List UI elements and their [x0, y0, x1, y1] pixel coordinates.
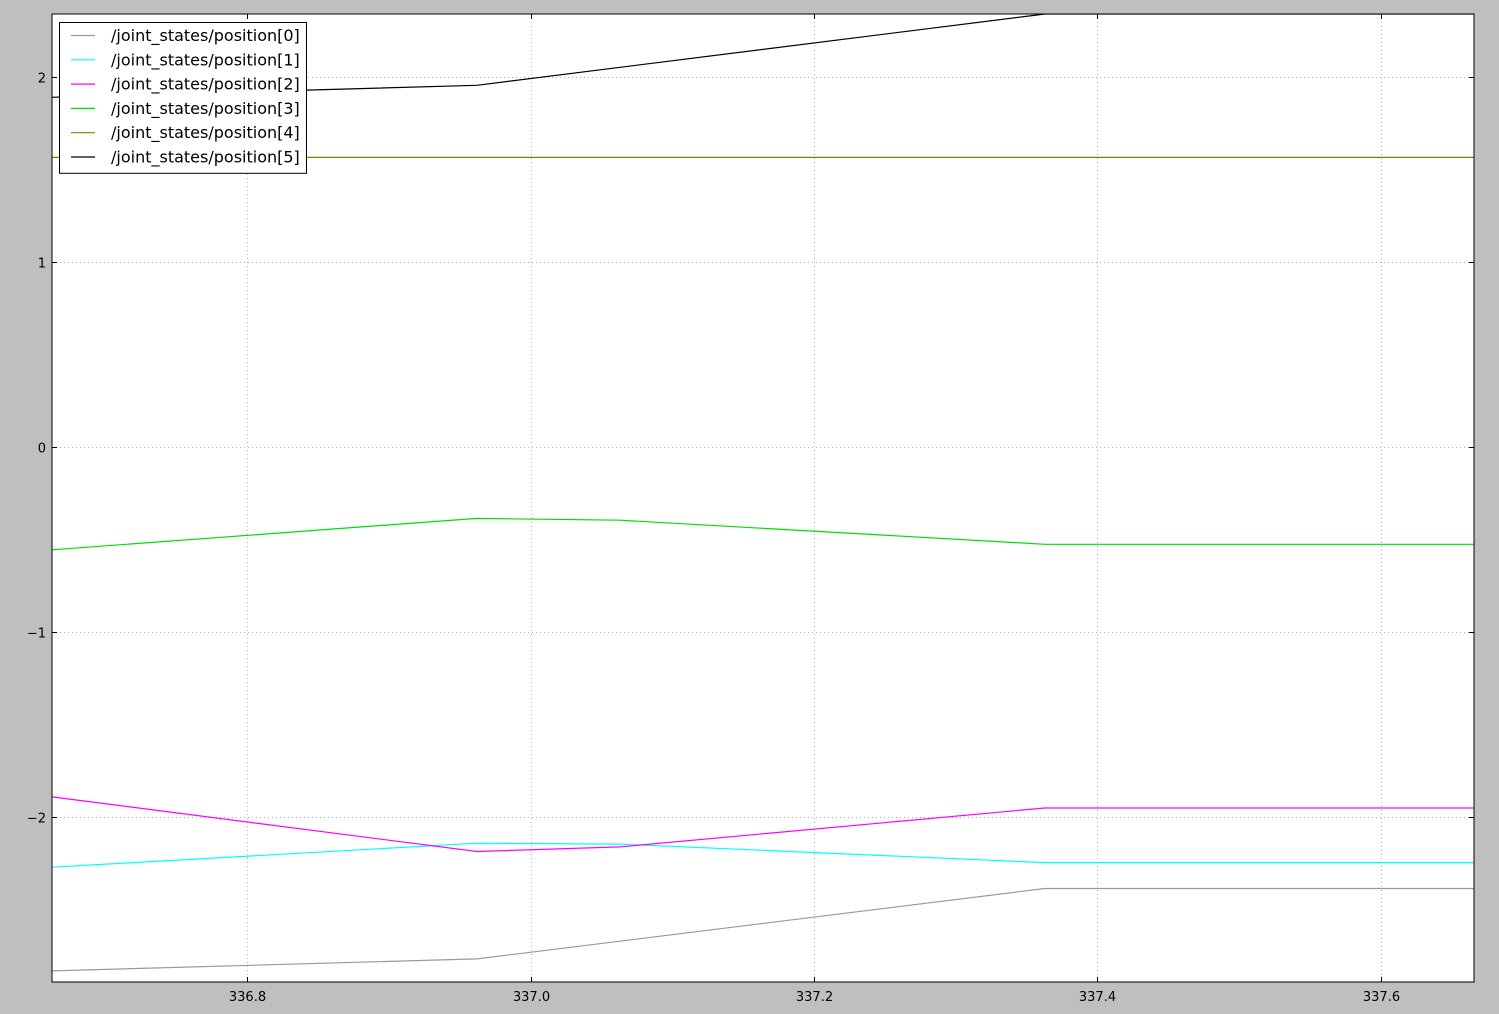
line-chart: 336.8 337.0 337.2 337.4 337.6 2 1 0 −1 −2 /joint…: [27, 13, 1475, 1005]
x-tick-label: 337.6: [1363, 990, 1400, 1005]
legend-label: /joint_states/position[0]: [111, 26, 300, 46]
x-tick-label: 337.0: [513, 990, 550, 1005]
y-tick-label: −2: [27, 812, 46, 827]
legend-label: /joint_states/position[1]: [111, 50, 300, 70]
y-tick-label: 2: [38, 72, 46, 87]
y-axis-tick-labels: 2 1 0 −1 −2: [27, 72, 46, 827]
x-axis-tick-labels: 336.8 337.0 337.2 337.4 337.6: [229, 990, 1400, 1005]
legend-label: /joint_states/position[5]: [111, 148, 300, 168]
x-tick-label: 337.4: [1079, 990, 1116, 1005]
legend-label: /joint_states/position[3]: [111, 99, 300, 119]
y-tick-label: 1: [38, 257, 46, 272]
legend-label: /joint_states/position[2]: [111, 75, 300, 95]
y-tick-label: 0: [38, 442, 46, 457]
legend-label: /joint_states/position[4]: [111, 123, 300, 143]
x-tick-label: 336.8: [229, 990, 266, 1005]
y-tick-label: −1: [27, 627, 46, 642]
legend: /joint_states/position[0] /joint_states/p…: [59, 22, 307, 174]
x-tick-label: 337.2: [796, 990, 833, 1005]
